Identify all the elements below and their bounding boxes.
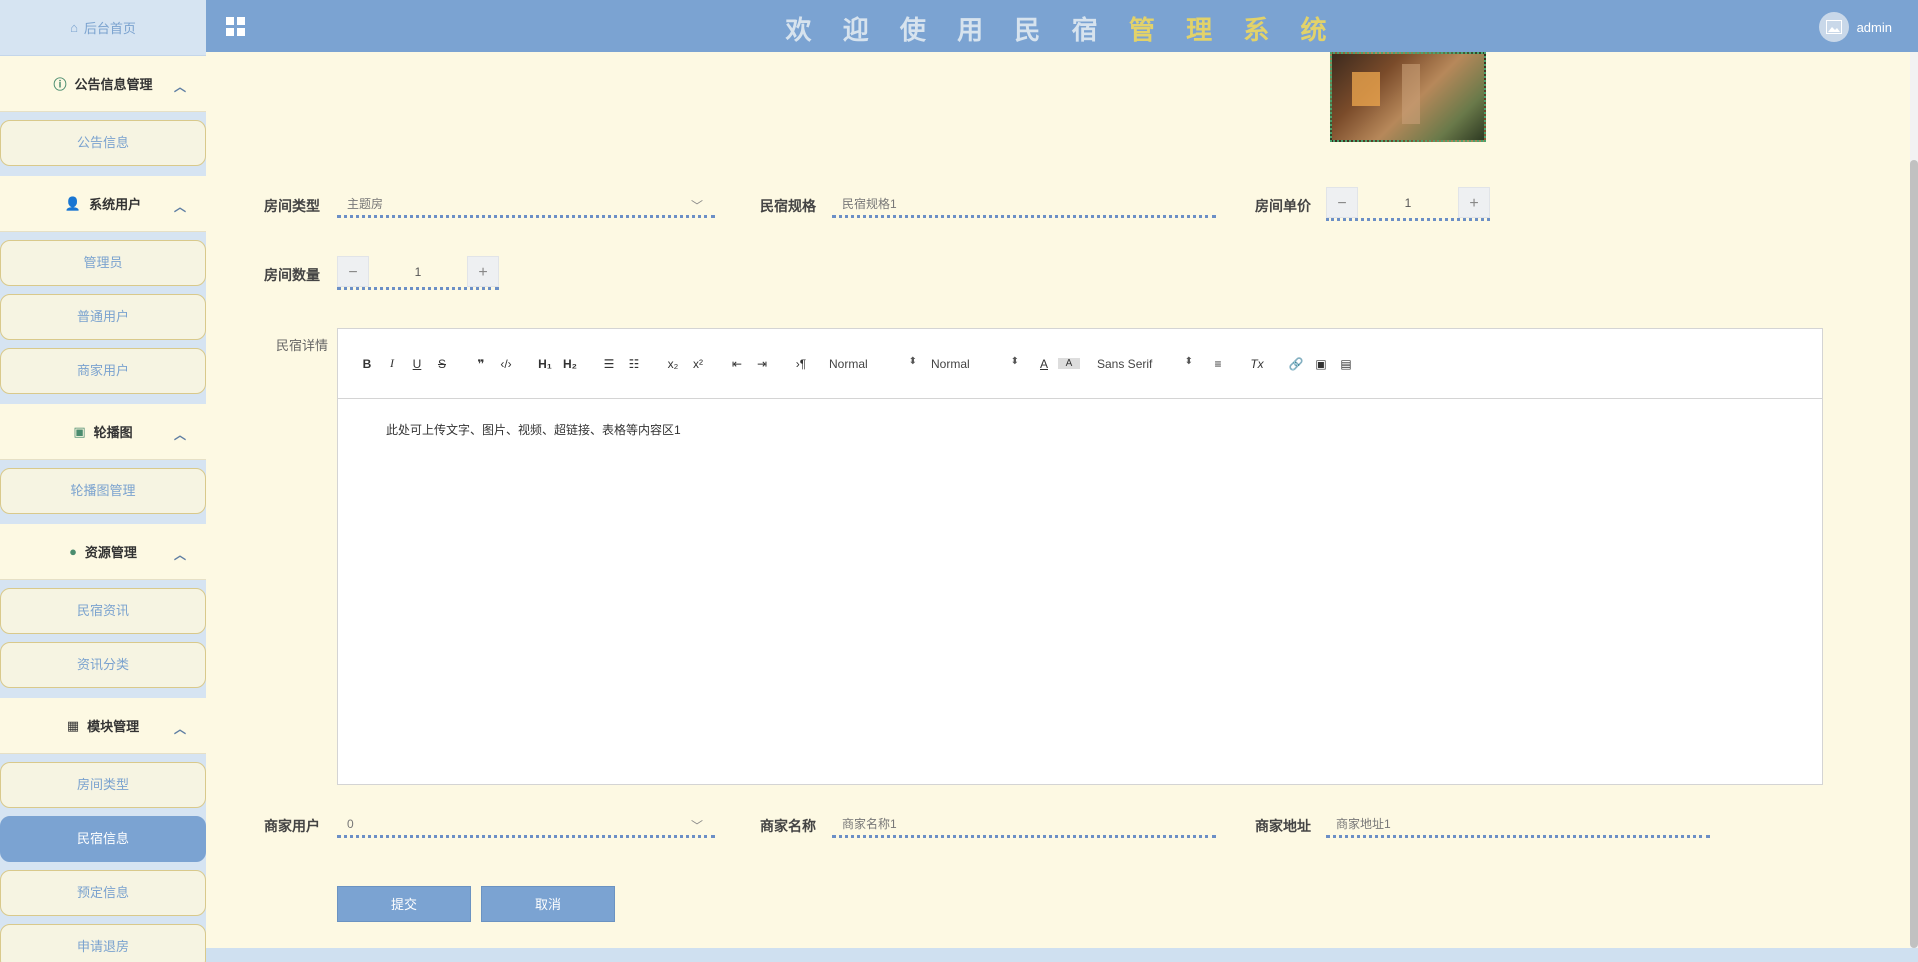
info-circle-icon: ⓘ [53, 77, 67, 92]
header-select[interactable]: Normal ⬍ [829, 355, 917, 371]
sidebar-home[interactable]: ⌂ 后台首页 [0, 0, 206, 56]
submit-button[interactable]: 提交 [337, 886, 471, 922]
sidebar-group-announcement[interactable]: ⓘ 公告信息管理 ︿ [0, 56, 206, 112]
updown-icon: ⬍ [1010, 355, 1019, 367]
home-icon: ⌂ [70, 20, 78, 35]
sidebar-item-admin[interactable]: 管理员 [0, 240, 206, 286]
merchant-address-label: 商家地址 [1255, 818, 1311, 834]
sidebar-item-news[interactable]: 民宿资讯 [0, 588, 206, 634]
chevron-down-icon: ﹀ [690, 199, 703, 213]
sidebar-item-room-type[interactable]: 房间类型 [0, 762, 206, 808]
bullet-list-icon[interactable]: ☷ [623, 357, 645, 371]
grid-icon: ▦ [66, 717, 80, 733]
editor-content[interactable]: 此处可上传文字、图片、视频、超链接、表格等内容区1 [338, 399, 1822, 460]
page-title: 欢 迎 使 用 民 宿 管 理 系 统 [785, 15, 1339, 45]
rich-text-editor[interactable]: B I U S ❞ ‹/› H₁ H₂ ☰ ☷ x₂ x² ⇤ ⇥ ›¶ Nor… [337, 328, 1823, 785]
chevron-up-icon: ︿ [173, 722, 186, 736]
image-icon: ▣ [73, 423, 86, 439]
sidebar-group-label: 公告信息管理 [74, 77, 153, 92]
sidebar-home-label: 后台首页 [83, 21, 136, 36]
price-label: 房间单价 [1255, 198, 1311, 214]
merchant-name-input[interactable]: 商家名称1 [832, 813, 1216, 838]
merchant-address-input[interactable]: 商家地址1 [1326, 813, 1710, 838]
price-stepper[interactable]: − 1 + [1326, 187, 1490, 221]
updown-icon: ⬍ [1184, 355, 1193, 367]
sidebar-item-carousel-manage[interactable]: 轮播图管理 [0, 468, 206, 514]
sidebar-item-normal-user[interactable]: 普通用户 [0, 294, 206, 340]
room-type-select[interactable]: 主题房 ﹀ [337, 193, 715, 218]
sidebar-group-system-users[interactable]: 👤 系统用户 ︿ [0, 176, 206, 232]
link-icon[interactable]: 🔗 [1285, 357, 1307, 371]
editor-toolbar: B I U S ❞ ‹/› H₁ H₂ ☰ ☷ x₂ x² ⇤ ⇥ ›¶ Nor… [338, 329, 1822, 399]
size-select[interactable]: Normal ⬍ [931, 355, 1019, 371]
blockquote-icon[interactable]: ❞ [470, 357, 492, 371]
text-color-icon[interactable]: A [1033, 357, 1055, 371]
video-icon[interactable]: ▤ [1335, 357, 1357, 371]
main-form: 房间类型 主题房 ﹀ 民宿规格 民宿规格1 房间单价 − 1 + 房间数量 − … [206, 52, 1918, 948]
sidebar-group-label: 资源管理 [84, 545, 137, 560]
strike-icon[interactable]: S [431, 357, 453, 371]
code-icon[interactable]: ‹/› [495, 357, 517, 371]
updown-icon: ⬍ [908, 355, 917, 367]
quantity-stepper[interactable]: − 1 + [337, 256, 499, 290]
bold-icon[interactable]: B [356, 357, 378, 371]
sidebar-group-label: 轮播图 [93, 425, 133, 440]
sidebar-item-checkout[interactable]: 申请退房 [0, 924, 206, 962]
sidebar-item-merchant-user[interactable]: 商家用户 [0, 348, 206, 394]
image-placeholder-icon [1825, 20, 1842, 34]
h2-icon[interactable]: H₂ [559, 357, 581, 371]
italic-icon[interactable]: I [381, 356, 403, 371]
username: admin [1856, 19, 1892, 35]
sidebar-group-carousel[interactable]: ▣ 轮播图 ︿ [0, 404, 206, 460]
decrement-button[interactable]: − [1326, 187, 1358, 218]
image-icon[interactable]: ▣ [1310, 357, 1332, 371]
decrement-button[interactable]: − [337, 256, 369, 287]
chevron-up-icon: ︿ [173, 200, 186, 214]
superscript-icon[interactable]: x² [687, 357, 709, 371]
chevron-up-icon: ︿ [173, 548, 186, 562]
location-pin-icon: ● [69, 544, 77, 559]
font-select[interactable]: Sans Serif ⬍ [1097, 355, 1193, 371]
detail-label: 民宿详情 [276, 338, 329, 353]
homestay-photo[interactable] [1330, 52, 1486, 142]
cancel-button[interactable]: 取消 [481, 886, 615, 922]
underline-icon[interactable]: U [406, 357, 428, 371]
user-menu[interactable]: admin [1818, 12, 1892, 42]
room-type-label: 房间类型 [264, 198, 320, 214]
sidebar-item-homestay-info[interactable]: 民宿信息 [0, 816, 206, 862]
top-header: 欢 迎 使 用 民 宿 管 理 系 统 admin [206, 0, 1918, 52]
increment-button[interactable]: + [467, 256, 499, 287]
merchant-name-label: 商家名称 [760, 818, 816, 834]
align-icon[interactable]: ≡ [1207, 357, 1229, 371]
chevron-up-icon: ︿ [173, 428, 186, 442]
sidebar-group-modules[interactable]: ▦ 模块管理 ︿ [0, 698, 206, 754]
sidebar: ⌂ 后台首页 ⓘ 公告信息管理 ︿ 公告信息 👤 系统用户 ︿ 管理员 普通用户… [0, 0, 206, 962]
chevron-down-icon: ﹀ [690, 819, 703, 833]
subscript-icon[interactable]: x₂ [662, 357, 684, 371]
chevron-up-icon: ︿ [173, 80, 186, 94]
merchant-user-label: 商家用户 [264, 818, 320, 834]
sidebar-group-label: 系统用户 [89, 197, 142, 212]
spec-input[interactable]: 民宿规格1 [832, 193, 1216, 218]
ordered-list-icon[interactable]: ☰ [598, 357, 620, 371]
increment-button[interactable]: + [1458, 187, 1490, 218]
sidebar-item-booking[interactable]: 预定信息 [0, 870, 206, 916]
user-icon: 👤 [64, 195, 82, 211]
merchant-user-select[interactable]: 0 ﹀ [337, 813, 715, 838]
bottom-strip [206, 948, 1918, 962]
spec-label: 民宿规格 [760, 198, 816, 214]
clear-format-icon[interactable]: Tx [1246, 357, 1268, 371]
sidebar-group-resources[interactable]: ● 资源管理 ︿ [0, 524, 206, 580]
background-color-icon[interactable]: A [1058, 358, 1080, 369]
sidebar-item-news-category[interactable]: 资讯分类 [0, 642, 206, 688]
text-direction-icon[interactable]: ›¶ [790, 357, 812, 371]
quantity-label: 房间数量 [264, 267, 320, 283]
h1-icon[interactable]: H₁ [534, 357, 556, 371]
avatar [1818, 12, 1849, 42]
sidebar-group-label: 模块管理 [87, 719, 140, 734]
indent-icon[interactable]: ⇥ [751, 357, 773, 371]
scrollbar[interactable] [1910, 52, 1918, 948]
sidebar-item-announcement[interactable]: 公告信息 [0, 120, 206, 166]
outdent-icon[interactable]: ⇤ [726, 357, 748, 371]
